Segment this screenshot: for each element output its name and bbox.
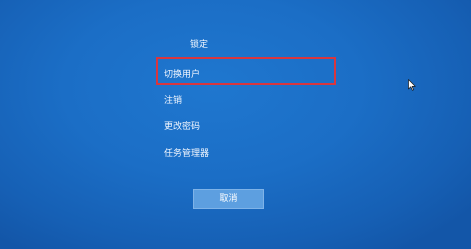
change-password-option[interactable]: 更改密码 <box>164 117 200 137</box>
lock-option[interactable]: 锁定 <box>190 35 208 55</box>
mouse-pointer-icon <box>408 79 416 91</box>
task-manager-option[interactable]: 任务管理器 <box>164 144 209 164</box>
sign-out-option[interactable]: 注销 <box>164 91 182 111</box>
switch-user-option[interactable]: 切换用户 <box>164 65 200 85</box>
cancel-button[interactable]: 取消 <box>193 189 264 209</box>
security-options-screen: 锁定 切换用户 注销 更改密码 任务管理器 取消 <box>0 0 471 249</box>
